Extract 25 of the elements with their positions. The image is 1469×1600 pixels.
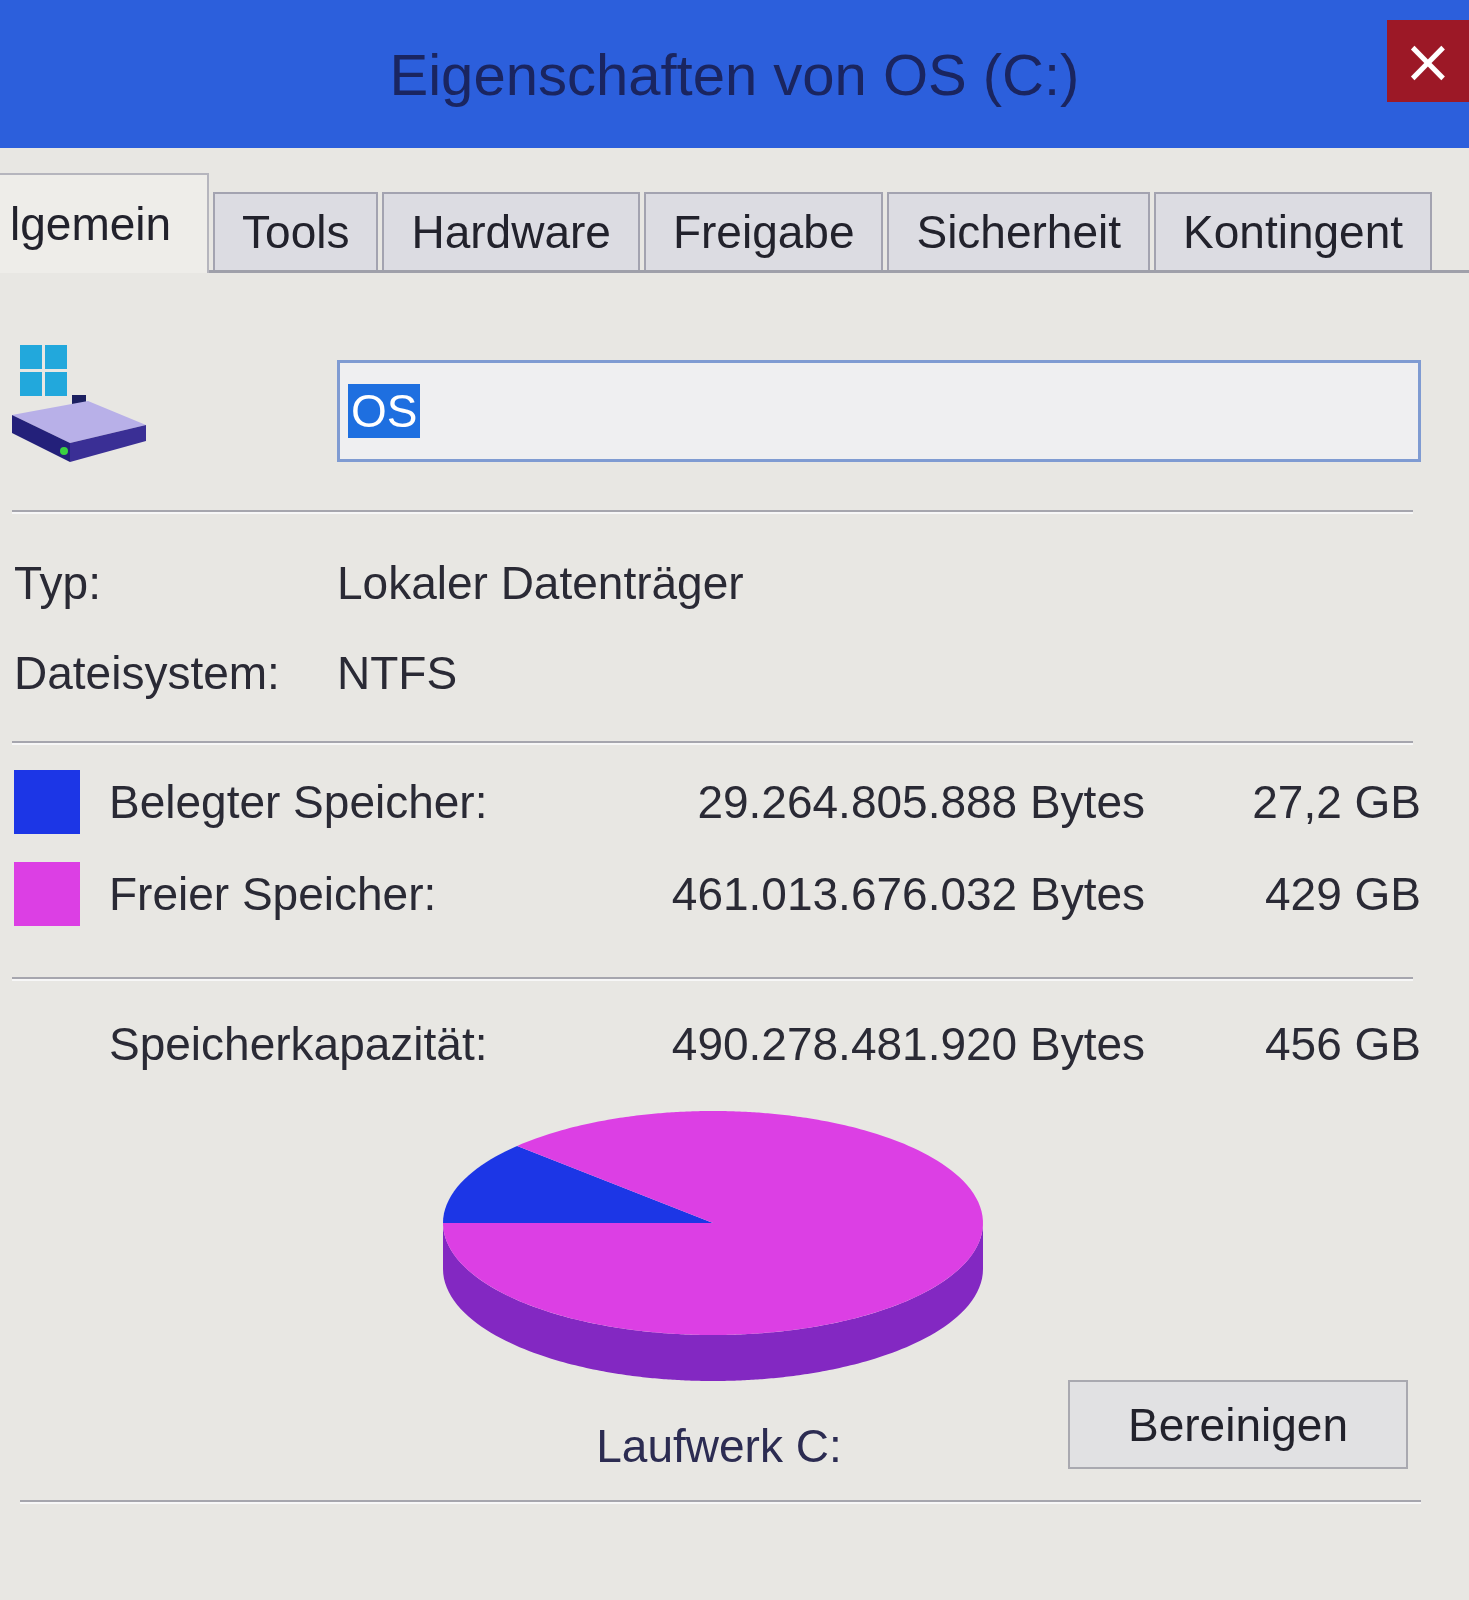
size-value: 456 GB bbox=[1264, 1017, 1421, 1071]
tab[interactable]: Hardware bbox=[382, 192, 640, 270]
property-value: Lokaler Datenträger bbox=[337, 556, 745, 610]
property-label: Dateisystem: bbox=[14, 646, 281, 700]
property-value: NTFS bbox=[337, 646, 459, 700]
bytes-value: 29.264.805.888 Bytes bbox=[696, 775, 1145, 829]
bytes-value: 461.013.676.032 Bytes bbox=[670, 867, 1145, 921]
cleanup-button[interactable]: Bereinigen bbox=[1068, 1380, 1408, 1469]
tab[interactable]: Kontingent bbox=[1154, 192, 1432, 270]
tab[interactable]: Freigabe bbox=[643, 192, 884, 270]
size-value: 429 GB bbox=[1264, 867, 1421, 921]
tab[interactable]: Tools bbox=[213, 192, 379, 270]
tab[interactable]: Sicherheit bbox=[887, 192, 1151, 270]
drive-name-field[interactable]: OS bbox=[337, 360, 1421, 462]
size-value: 27,2 GB bbox=[1251, 775, 1421, 829]
bytes-value: 490.278.481.920 Bytes bbox=[670, 1017, 1145, 1071]
space-label: Belegter Speicher: bbox=[109, 775, 489, 829]
property-label: Typ: bbox=[14, 556, 102, 610]
space-label: Freier Speicher: bbox=[109, 867, 438, 921]
drive-icon bbox=[10, 345, 148, 462]
tab[interactable]: lgemein bbox=[0, 173, 210, 273]
capacity-label: Speicherkapazität: bbox=[109, 1017, 489, 1071]
close-button[interactable]: × bbox=[1387, 20, 1469, 102]
drive-label: Laufwerk C: bbox=[595, 1418, 843, 1473]
window-title: Eigenschaften von OS (C:) bbox=[389, 40, 1080, 108]
